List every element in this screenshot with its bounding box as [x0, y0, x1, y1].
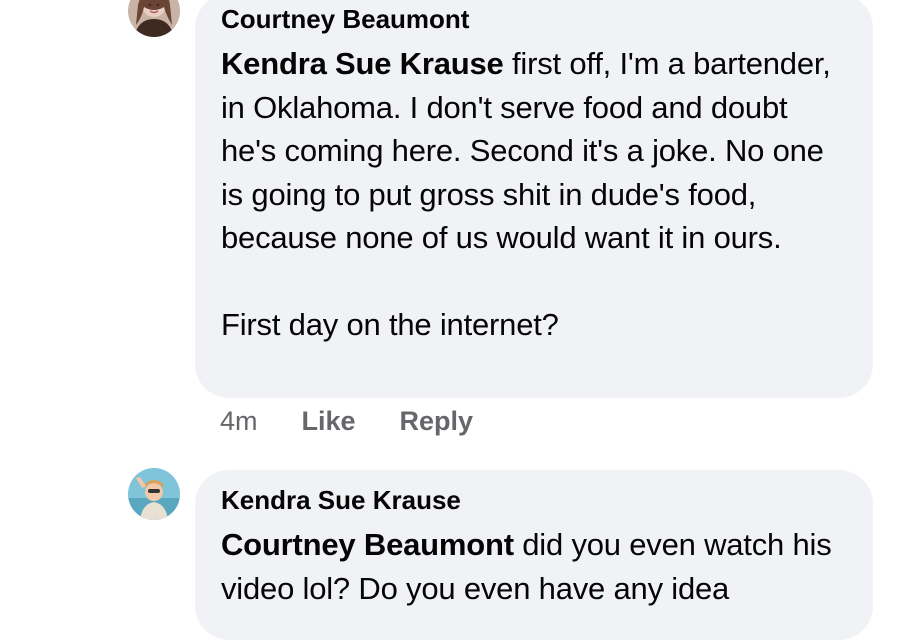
comment-bubble: Kendra Sue Krause Courtney Beaumont did … [195, 470, 873, 640]
avatar[interactable] [128, 0, 180, 37]
comment-body: first off, I'm a bartender, in Oklahoma.… [221, 46, 831, 342]
comment-author[interactable]: Courtney Beaumont [221, 0, 847, 34]
comment-bubble: Courtney Beaumont Kendra Sue Krause firs… [195, 0, 873, 398]
mention-link[interactable]: Kendra Sue Krause [221, 46, 504, 81]
comment-actions: 4m Like Reply [220, 405, 517, 437]
avatar[interactable] [128, 468, 180, 520]
comment-text: Kendra Sue Krause first off, I'm a barte… [221, 42, 847, 347]
comment-timestamp[interactable]: 4m [220, 405, 258, 437]
reply-button[interactable]: Reply [400, 405, 474, 437]
mention-link[interactable]: Courtney Beaumont [221, 527, 514, 562]
profile-photo-icon [128, 0, 180, 37]
comment-text: Courtney Beaumont did you even watch his… [221, 523, 847, 610]
comment-author[interactable]: Kendra Sue Krause [221, 470, 847, 515]
profile-photo-icon [128, 468, 180, 520]
like-button[interactable]: Like [302, 405, 356, 437]
